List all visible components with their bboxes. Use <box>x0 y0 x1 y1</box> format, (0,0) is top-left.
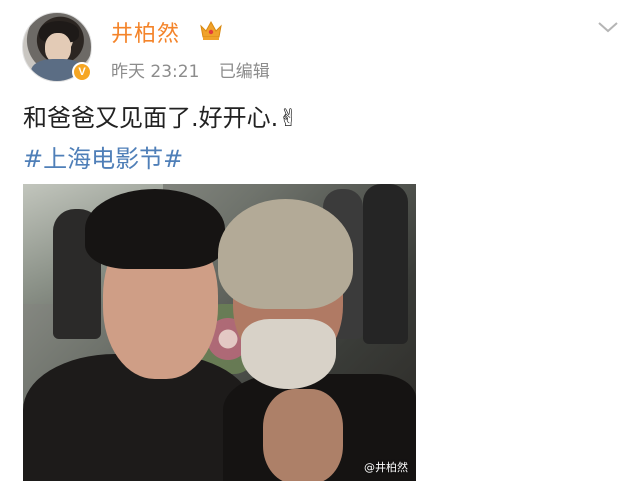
username[interactable]: 井柏然 <box>111 16 180 48</box>
post-time: 昨天 23:21 <box>111 62 200 82</box>
edited-label: 已编辑 <box>218 62 270 82</box>
weibo-post: V 井柏然 昨天 23:21 已编辑 和爸爸又见面了.好开心.✌ #上海电影节#… <box>0 0 640 491</box>
chevron-down-icon[interactable] <box>597 20 619 34</box>
crown-icon <box>200 20 222 40</box>
photo-background-person <box>363 184 408 344</box>
post-photo[interactable]: @井柏然 <box>23 184 416 481</box>
verified-badge-icon: V <box>72 62 92 82</box>
photo-old-man-beard <box>241 319 336 389</box>
photo-watermark: @井柏然 <box>364 461 408 474</box>
photo-young-man-hair <box>85 189 225 269</box>
post-text: 和爸爸又见面了.好开心.✌ <box>23 104 299 132</box>
photo-hand <box>263 389 343 481</box>
hashtag-link[interactable]: #上海电影节# <box>23 139 183 174</box>
avatar[interactable]: V <box>22 12 92 82</box>
photo-old-man-hair <box>218 199 353 309</box>
post-meta: 昨天 23:21 已编辑 <box>111 57 284 82</box>
